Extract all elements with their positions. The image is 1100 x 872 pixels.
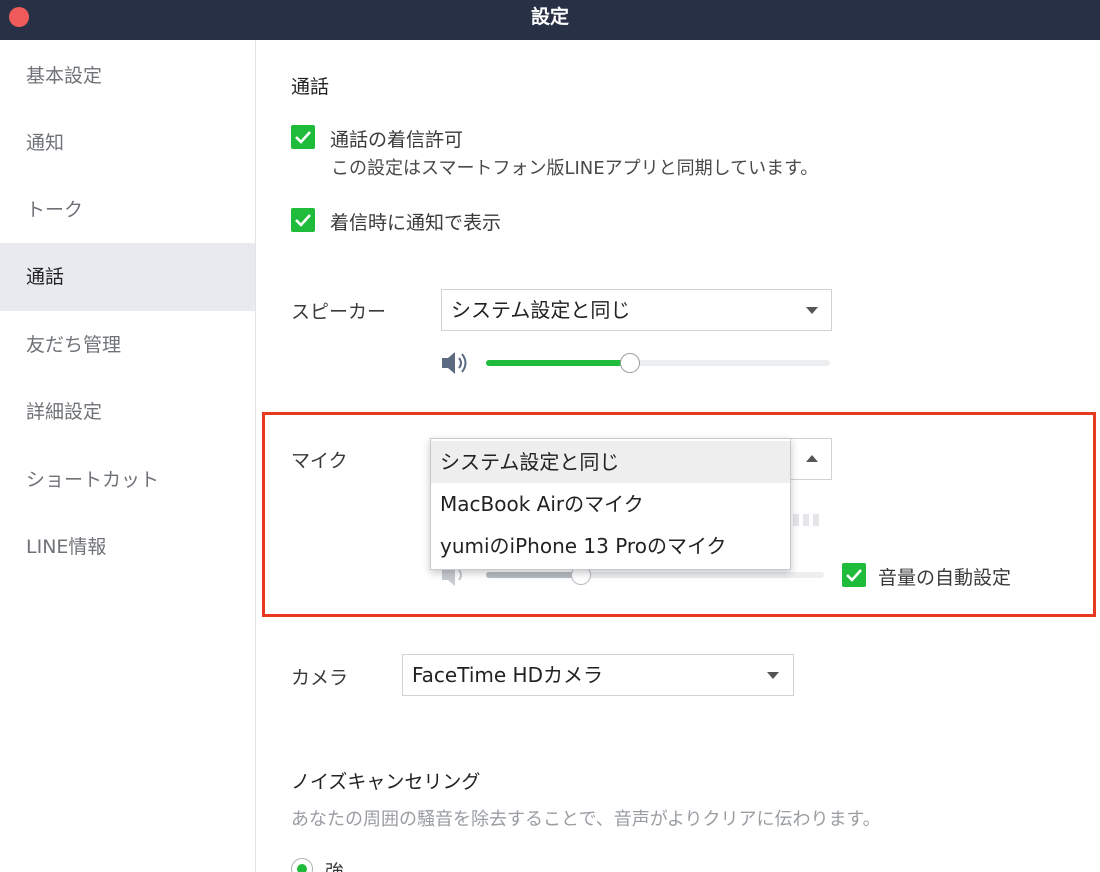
sidebar-item-basic[interactable]: 基本設定 <box>0 42 255 110</box>
sidebar-item-talk[interactable]: トーク <box>0 176 255 244</box>
mic-dropdown-menu: システム設定と同じ MacBook Airのマイク yumiのiPhone 13… <box>430 438 791 570</box>
section-title-calls: 通話 <box>291 76 330 98</box>
noise-cancel-radio-strong[interactable] <box>291 858 313 872</box>
sidebar-item-line-info[interactable]: LINE情報 <box>0 513 255 581</box>
sidebar-item-advanced[interactable]: 詳細設定 <box>0 378 255 446</box>
speaker-volume-fill <box>486 360 630 366</box>
speaker-icon <box>442 352 467 374</box>
speaker-volume-thumb[interactable] <box>620 353 640 373</box>
mic-option-iphone[interactable]: yumiのiPhone 13 Proのマイク <box>431 525 790 567</box>
camera-select[interactable]: FaceTime HDカメラ <box>402 654 794 696</box>
allow-incoming-label: 通話の着信許可 <box>330 129 464 151</box>
speaker-select[interactable]: システム設定と同じ <box>441 289 832 331</box>
allow-incoming-checkbox[interactable] <box>291 125 315 149</box>
window-title: 設定 <box>530 6 569 28</box>
notify-incoming-label: 着信時に通知で表示 <box>330 212 502 234</box>
checkmark-icon <box>295 214 311 227</box>
notify-incoming-checkbox[interactable] <box>291 208 315 232</box>
speaker-select-value: システム設定と同じ <box>451 298 631 322</box>
noise-cancel-description: あなたの周囲の騒音を除去することで、音声がよりクリアに伝わります。 <box>291 809 881 830</box>
caret-down-icon <box>767 672 779 679</box>
camera-select-value: FaceTime HDカメラ <box>412 663 603 687</box>
settings-sidebar: 基本設定 通知 トーク 通話 友だち管理 詳細設定 ショートカット LINE情報 <box>0 40 256 872</box>
window-titlebar: 設定 <box>0 0 1100 40</box>
sidebar-item-notifications[interactable]: 通知 <box>0 109 255 177</box>
radio-selected-dot <box>297 864 307 872</box>
caret-down-icon <box>806 307 818 314</box>
camera-label: カメラ <box>291 667 349 689</box>
speaker-label: スピーカー <box>291 301 387 323</box>
sidebar-item-calls[interactable]: 通話 <box>0 243 255 311</box>
speaker-volume-slider[interactable] <box>486 353 830 373</box>
noise-cancel-title: ノイズキャンセリング <box>291 771 481 793</box>
allow-incoming-note: この設定はスマートフォン版LINEアプリと同期しています。 <box>331 158 819 179</box>
sidebar-item-shortcuts[interactable]: ショートカット <box>0 446 255 514</box>
noise-cancel-option-strong-label: 強 <box>325 861 345 872</box>
checkmark-icon <box>295 131 311 144</box>
mic-option-system[interactable]: システム設定と同じ <box>431 441 790 483</box>
sidebar-item-friends[interactable]: 友だち管理 <box>0 311 255 379</box>
mic-option-macbook[interactable]: MacBook Airのマイク <box>431 483 790 525</box>
